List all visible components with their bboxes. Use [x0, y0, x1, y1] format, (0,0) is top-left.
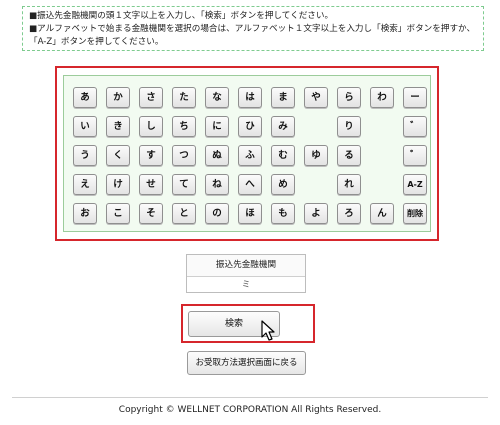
- kana-key[interactable]: き: [106, 116, 130, 137]
- kana-key[interactable]: め: [271, 174, 295, 195]
- kana-key[interactable]: み: [271, 116, 295, 137]
- instruction-notice: ■振込先金融機関の頭１文字以上を入力し、「検索」ボタンを押してください。 ■アル…: [22, 6, 484, 51]
- kana-key[interactable]: え: [73, 174, 97, 195]
- kana-key[interactable]: ぬ: [205, 145, 229, 166]
- kana-key[interactable]: さ: [139, 87, 163, 108]
- kana-key[interactable]: ゜: [403, 145, 427, 166]
- kana-key[interactable]: や: [304, 87, 328, 108]
- kana-key[interactable]: い: [73, 116, 97, 137]
- kana-key[interactable]: た: [172, 87, 196, 108]
- kana-key[interactable]: と: [172, 203, 196, 224]
- kana-key[interactable]: す: [139, 145, 163, 166]
- back-to-receipt-method-button[interactable]: お受取方法選択画面に戻る: [187, 351, 306, 375]
- kana-key[interactable]: も: [271, 203, 295, 224]
- kana-key[interactable]: へ: [238, 174, 262, 195]
- kana-key[interactable]: よ: [304, 203, 328, 224]
- kana-key[interactable]: ー: [403, 87, 427, 108]
- kana-key[interactable]: ほ: [238, 203, 262, 224]
- mouse-pointer-icon: [261, 320, 275, 341]
- kana-key[interactable]: ふ: [238, 145, 262, 166]
- kana-key[interactable]: な: [205, 87, 229, 108]
- kana-key[interactable]: ち: [172, 116, 196, 137]
- instruction-line-2: ■アルファベットで始まる金融機関を選択の場合は、アルファベット１文字以上を入力し…: [29, 24, 476, 47]
- kana-key[interactable]: ね: [205, 174, 229, 195]
- kana-key[interactable]: ひ: [238, 116, 262, 137]
- kana-key[interactable]: し: [139, 116, 163, 137]
- kana-key[interactable]: れ: [337, 174, 361, 195]
- kana-key[interactable]: る: [337, 145, 361, 166]
- kana-key[interactable]: の: [205, 203, 229, 224]
- kana-key[interactable]: こ: [106, 203, 130, 224]
- kana-key[interactable]: く: [106, 145, 130, 166]
- bank-name-value[interactable]: ミ: [187, 277, 305, 293]
- kana-key[interactable]: む: [271, 145, 295, 166]
- kana-key[interactable]: う: [73, 145, 97, 166]
- instruction-line-1: ■振込先金融機関の頭１文字以上を入力し、「検索」ボタンを押してください。: [29, 11, 334, 21]
- kana-key[interactable]: に: [205, 116, 229, 137]
- kana-key[interactable]: そ: [139, 203, 163, 224]
- kana-key[interactable]: わ: [370, 87, 394, 108]
- kana-key[interactable]: A-Z: [403, 174, 427, 195]
- footer-divider: [12, 397, 488, 398]
- kana-key[interactable]: ゛: [403, 116, 427, 137]
- kana-key[interactable]: は: [238, 87, 262, 108]
- kana-keyboard: あかさたなはまやらわーいきしちにひみ り ゛うくすつぬふむゆる ゜えけせてねへめ れ A-…: [63, 75, 431, 232]
- kana-key[interactable]: せ: [139, 174, 163, 195]
- kana-key[interactable]: ゆ: [304, 145, 328, 166]
- kana-key[interactable]: て: [172, 174, 196, 195]
- copyright-text: Copyright © WELLNET CORPORATION All Righ…: [118, 405, 382, 415]
- kana-key[interactable]: ん: [370, 203, 394, 224]
- kana-key[interactable]: ろ: [337, 203, 361, 224]
- kana-key[interactable]: お: [73, 203, 97, 224]
- kana-key[interactable]: ま: [271, 87, 295, 108]
- kana-key[interactable]: ら: [337, 87, 361, 108]
- keyboard-highlight-frame: あかさたなはまやらわーいきしちにひみ り ゛うくすつぬふむゆる ゜えけせてねへめ れ A-…: [55, 66, 439, 241]
- kana-key[interactable]: り: [337, 116, 361, 137]
- kana-key[interactable]: け: [106, 174, 130, 195]
- bank-name-field: 振込先金融機関 ミ: [186, 254, 306, 293]
- kana-key[interactable]: つ: [172, 145, 196, 166]
- kana-key[interactable]: か: [106, 87, 130, 108]
- page: ■振込先金融機関の頭１文字以上を入力し、「検索」ボタンを押してください。 ■アル…: [0, 0, 500, 425]
- kana-key[interactable]: あ: [73, 87, 97, 108]
- bank-name-label: 振込先金融機関: [187, 255, 305, 277]
- kana-key[interactable]: 削除: [403, 203, 427, 224]
